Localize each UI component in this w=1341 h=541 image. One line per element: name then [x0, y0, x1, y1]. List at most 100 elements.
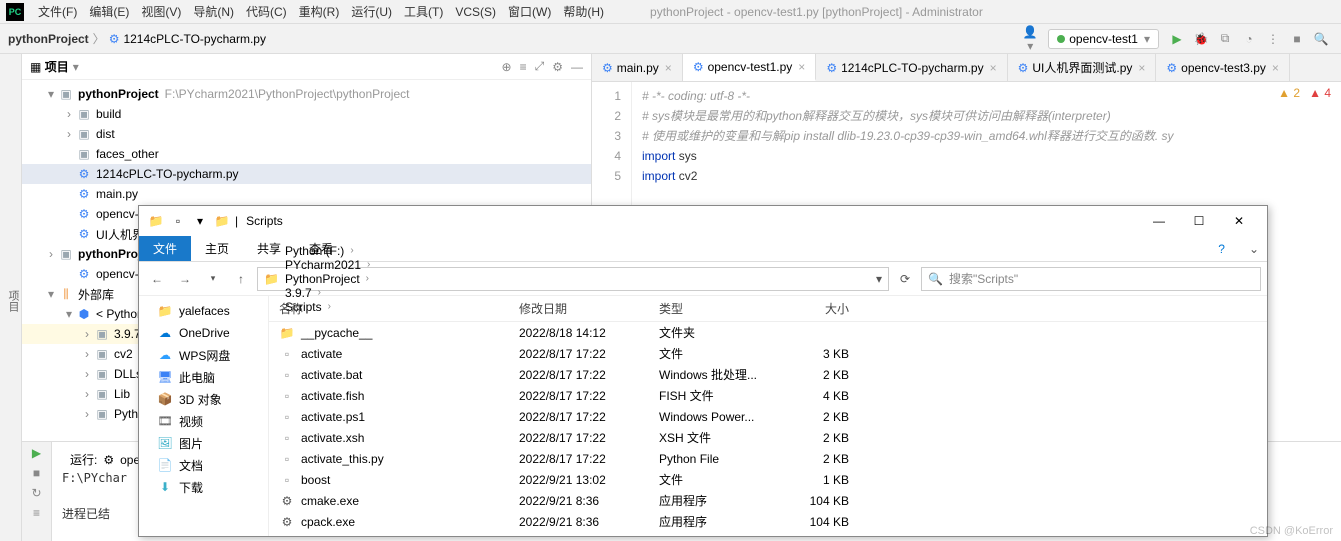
- file-row[interactable]: ▫boost2022/9/21 13:02文件1 KB: [269, 469, 1267, 490]
- menu-item[interactable]: 运行(U): [345, 5, 398, 19]
- hide-icon[interactable]: —: [571, 60, 583, 74]
- file-row[interactable]: ▫activate.bat2022/8/17 17:22Windows 批处理.…: [269, 364, 1267, 385]
- stop-icon[interactable]: ■: [33, 466, 40, 480]
- menu-item[interactable]: 代码(C): [240, 5, 293, 19]
- chevron-right-icon[interactable]: ›: [367, 259, 370, 270]
- ribbon-collapse-icon[interactable]: ⌄: [1249, 242, 1259, 256]
- sidebar-item[interactable]: 🎞视频: [139, 410, 268, 432]
- run-config-selector[interactable]: opencv-test1 ▾: [1048, 29, 1159, 49]
- breadcrumb-file[interactable]: 1214cPLC-TO-pycharm.py: [123, 32, 266, 46]
- minimize-button[interactable]: —: [1139, 207, 1179, 235]
- close-tab-icon[interactable]: ×: [1272, 61, 1279, 75]
- path-segment[interactable]: Python (F:): [285, 244, 344, 258]
- sidebar-item[interactable]: ☁OneDrive: [139, 322, 268, 344]
- editor-tab[interactable]: ⚙opencv-test1.py×: [683, 54, 817, 81]
- sidebar-item[interactable]: 🖥此电脑: [139, 366, 268, 388]
- close-tab-icon[interactable]: ×: [1138, 61, 1145, 75]
- menu-item[interactable]: 编辑(E): [83, 5, 135, 19]
- qat-icon[interactable]: ▾: [191, 212, 209, 230]
- tree-row[interactable]: ⚙main.py: [22, 184, 591, 204]
- chevron-right-icon[interactable]: ›: [350, 245, 353, 256]
- chevron-right-icon[interactable]: ›: [366, 273, 369, 284]
- menu-item[interactable]: VCS(S): [449, 5, 502, 19]
- sidebar-item[interactable]: 📄文档: [139, 454, 268, 476]
- menu-item[interactable]: 工具(T): [398, 5, 449, 19]
- editor-tab[interactable]: ⚙opencv-test3.py×: [1156, 54, 1290, 81]
- close-tab-icon[interactable]: ×: [798, 60, 805, 74]
- menu-item[interactable]: 导航(N): [187, 5, 240, 19]
- inspection-indicator[interactable]: ▲ 2 ▲ 4: [1278, 86, 1331, 100]
- sidebar-item[interactable]: 📦3D 对象: [139, 388, 268, 410]
- sidebar-item[interactable]: ☁WPS网盘: [139, 344, 268, 366]
- close-tab-icon[interactable]: ×: [990, 61, 997, 75]
- menu-item[interactable]: 重构(R): [293, 5, 346, 19]
- tree-row[interactable]: ▣faces_other: [22, 144, 591, 164]
- file-row[interactable]: ▫activate2022/8/17 17:22文件3 KB: [269, 343, 1267, 364]
- expand-icon[interactable]: ≡: [520, 60, 527, 74]
- editor-tab[interactable]: ⚙1214cPLC-TO-pycharm.py×: [816, 54, 1007, 81]
- left-gutter[interactable]: 项目: [0, 54, 22, 541]
- debug-icon[interactable]: 🐞: [1193, 32, 1209, 46]
- stop-icon[interactable]: ■: [1289, 32, 1305, 46]
- file-row[interactable]: ⚙cmake.exe2022/9/21 8:36应用程序104 KB: [269, 490, 1267, 511]
- window-title: pythonProject - opencv-test1.py [pythonP…: [650, 5, 983, 19]
- sidebar-item[interactable]: ⬇下载: [139, 476, 268, 498]
- recent-dd[interactable]: ▾: [201, 267, 225, 291]
- breadcrumb-project[interactable]: pythonProject: [8, 32, 89, 46]
- file-icon: ▫: [279, 431, 295, 445]
- ribbon-tab[interactable]: 主页: [191, 236, 243, 261]
- chevron-down-icon[interactable]: ▾: [73, 60, 79, 74]
- editor-tab[interactable]: ⚙main.py×: [592, 54, 683, 81]
- close-button[interactable]: ✕: [1219, 207, 1259, 235]
- file-row[interactable]: ▫activate_this.py2022/8/17 17:22Python F…: [269, 448, 1267, 469]
- select-file-icon[interactable]: ⊕: [502, 60, 512, 74]
- profile-icon[interactable]: ◔: [1241, 32, 1257, 46]
- user-icon[interactable]: 👤▾: [1022, 25, 1038, 53]
- refresh-button[interactable]: ⟳: [893, 267, 917, 291]
- collapse-icon[interactable]: ⤢: [535, 59, 545, 74]
- search-icon[interactable]: 🔍: [1313, 32, 1329, 46]
- search-input[interactable]: 🔍 搜索"Scripts": [921, 267, 1261, 291]
- sidebar-item[interactable]: 🖼图片: [139, 432, 268, 454]
- tree-arrow-icon: ›: [80, 367, 94, 381]
- coverage-icon[interactable]: ⧉: [1217, 31, 1233, 46]
- col-type[interactable]: 类型: [649, 300, 779, 317]
- menu-item[interactable]: 帮助(H): [557, 5, 610, 19]
- forward-button[interactable]: →: [173, 267, 197, 291]
- col-size[interactable]: 大小: [779, 300, 859, 317]
- tree-row[interactable]: ▾▣pythonProjectF:\PYcharm2021\PythonProj…: [22, 84, 591, 104]
- file-row[interactable]: 📁__pycache__2022/8/18 14:12文件夹: [269, 322, 1267, 343]
- tree-row[interactable]: ›▣dist: [22, 124, 591, 144]
- file-row[interactable]: ⚙cpack.exe2022/9/21 8:36应用程序104 KB: [269, 511, 1267, 532]
- run-icon[interactable]: ▶: [1169, 32, 1185, 46]
- tree-row[interactable]: ›▣build: [22, 104, 591, 124]
- gear-icon[interactable]: ⚙: [552, 60, 563, 74]
- help-icon[interactable]: ?: [1218, 242, 1225, 256]
- close-tab-icon[interactable]: ×: [665, 61, 672, 75]
- file-row[interactable]: ▫activate.fish2022/8/17 17:22FISH 文件4 KB: [269, 385, 1267, 406]
- file-row[interactable]: ▫activate.xsh2022/8/17 17:22XSH 文件2 KB: [269, 427, 1267, 448]
- address-bar[interactable]: 📁 Python (F:)›PYcharm2021›PythonProject›…: [257, 267, 889, 291]
- rerun-icon[interactable]: ▶: [32, 446, 41, 460]
- path-segment[interactable]: PythonProject: [285, 272, 360, 286]
- ribbon-tab[interactable]: 文件: [139, 236, 191, 261]
- qat-icon[interactable]: ▫: [169, 212, 187, 230]
- col-name[interactable]: 名称: [269, 300, 509, 317]
- breadcrumb-bar: pythonProject 〉 ⚙ 1214cPLC-TO-pycharm.py…: [0, 24, 1341, 54]
- path-segment[interactable]: PYcharm2021: [285, 258, 361, 272]
- tree-row[interactable]: ⚙1214cPLC-TO-pycharm.py: [22, 164, 591, 184]
- menu-item[interactable]: 视图(V): [135, 5, 187, 19]
- chevron-down-icon[interactable]: ▾: [876, 272, 882, 286]
- back-button[interactable]: ←: [145, 267, 169, 291]
- maximize-button[interactable]: ☐: [1179, 207, 1219, 235]
- more-icon[interactable]: ⋮: [1265, 32, 1281, 46]
- sidebar-item[interactable]: 📁yalefaces: [139, 300, 268, 322]
- editor-tab[interactable]: ⚙UI人机界面测试.py×: [1008, 54, 1157, 81]
- up-button[interactable]: ↑: [229, 267, 253, 291]
- restart-icon[interactable]: ↻: [31, 486, 41, 500]
- down-icon[interactable]: ≡: [33, 506, 40, 520]
- menu-item[interactable]: 窗口(W): [502, 5, 557, 19]
- file-row[interactable]: ▫activate.ps12022/8/17 17:22Windows Powe…: [269, 406, 1267, 427]
- col-date[interactable]: 修改日期: [509, 300, 649, 317]
- menu-item[interactable]: 文件(F): [32, 5, 83, 19]
